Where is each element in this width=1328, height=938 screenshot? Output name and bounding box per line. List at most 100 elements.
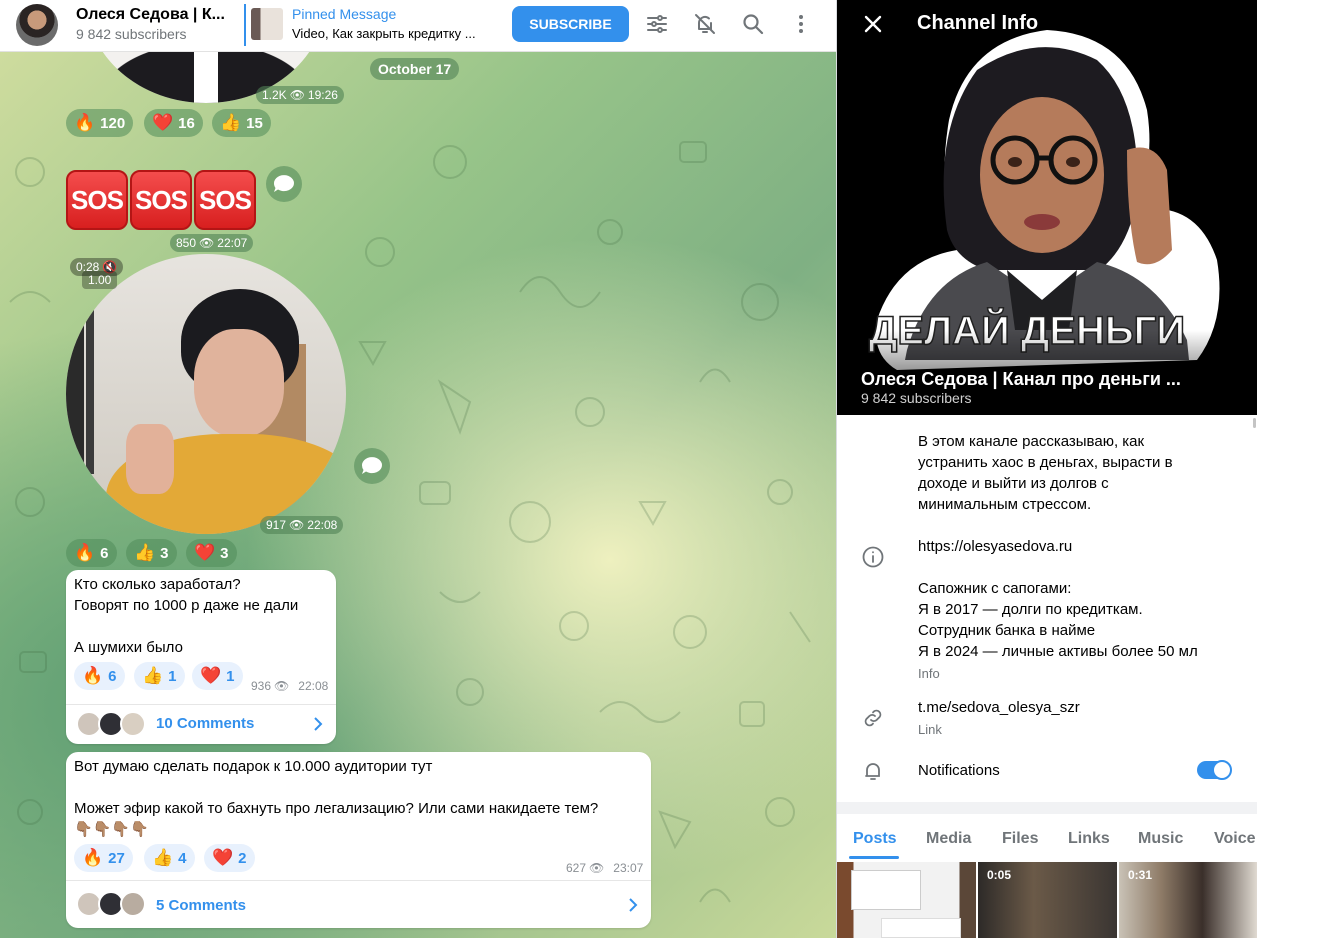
view-count: 1.2K [262,88,287,102]
filter-icon[interactable] [645,12,669,36]
comments-link[interactable]: 5 Comments [66,880,651,926]
notifications-label: Notifications [918,762,1000,779]
subscribe-button[interactable]: SUBSCRIBE [512,6,629,42]
reaction-heart[interactable]: ❤️ 3 [186,539,237,567]
channel-avatar[interactable] [16,4,58,46]
fire-icon: 🔥 [74,113,96,132]
message-meta: 936 👁 22:08 [251,679,328,693]
view-count: 850 [176,236,197,250]
channel-link[interactable]: t.me/sedova_olesya_szr [918,697,1080,718]
message-meta: 917 👁 22:08 [260,516,344,534]
eye-icon: 👁 [289,88,305,102]
channel-bio: Сапожник с сапогами: Я в 2017 — долги по… [918,580,1198,660]
fire-icon: 🔥 [82,666,104,685]
reaction-count: 1 [168,667,177,685]
pinned-title: Pinned Message [292,6,397,22]
commenter-avatar [120,711,146,737]
video-duration: 0:05 [987,868,1012,882]
scrollbar[interactable] [1253,418,1256,428]
post-thumbnail[interactable]: 0:05 [978,862,1117,938]
eye-icon: 👁 [199,236,215,250]
section-divider [837,802,1257,814]
post-thumbnail[interactable]: 0:31 [1119,862,1257,938]
tab-music[interactable]: Music [1138,830,1183,848]
comment-button[interactable] [266,166,302,202]
sos-emoji: SOS [130,170,192,230]
sos-emoji: SOS [66,170,128,230]
pinned-thumbnail [251,8,283,40]
tab-posts[interactable]: Posts [853,830,897,848]
comment-button[interactable] [354,448,390,484]
info-icon [862,546,884,568]
eye-icon: 👁 [289,518,305,532]
post-thumbnail[interactable] [837,862,976,938]
fire-icon: 🔥 [82,848,104,867]
heart-icon: ❤️ [194,543,216,562]
comments-link[interactable]: 10 Comments [66,704,336,742]
fire-icon: 🔥 [74,543,96,562]
comments-count: 5 Comments [156,897,247,914]
reaction-count: 4 [178,849,187,867]
reaction-thumbs-up[interactable]: 👍 4 [144,844,195,872]
channel-subscribers: 9 842 subscribers [76,26,187,42]
reaction-count: 3 [220,544,229,562]
channel-name: Олеся Седова | Канал про деньги ... [861,369,1181,389]
reaction-heart[interactable]: ❤️ 16 [144,109,203,137]
sos-emoji: SOS [194,170,256,230]
reaction-thumbs-up[interactable]: 👍 15 [212,109,271,137]
reaction-fire[interactable]: 🔥 27 [74,844,133,872]
date-separator: October 17 [370,58,460,80]
round-video-message[interactable] [66,254,346,534]
pinned-message[interactable]: Pinned Message Video, Как закрыть кредит… [244,4,496,46]
channel-hero-image: ДЕЛАЙ ДЕНЬГИ Channel Info Олеся Седова |… [837,0,1257,415]
reaction-count: 3 [160,544,169,562]
bell-icon [865,763,880,780]
reaction-fire[interactable]: 🔥 6 [74,662,125,690]
close-icon[interactable] [861,12,885,36]
info-label: Info [918,666,940,681]
search-icon[interactable] [741,12,765,36]
channel-title[interactable]: Олеся Седова | К... [76,6,226,24]
heart-icon: ❤️ [212,848,234,867]
reaction-thumbs-up[interactable]: 👍 1 [134,662,185,690]
chevron-right-icon [314,717,323,731]
reaction-count: 6 [100,544,109,562]
reaction-heart[interactable]: ❤️ 2 [204,844,255,872]
video-duration: 0:31 [1128,868,1153,882]
reaction-count: 120 [100,114,126,132]
link-label: Link [918,722,942,737]
tab-links[interactable]: Links [1068,830,1110,848]
message-time: 19:26 [307,88,338,102]
chevron-right-icon [629,898,638,912]
reaction-count: 1 [226,667,235,685]
reaction-count: 16 [178,114,195,132]
comments-count: 10 Comments [156,715,255,732]
reaction-fire[interactable]: 🔥 120 [66,109,134,137]
link-icon [864,709,882,727]
message-bubble: Кто сколько заработал? Говорят по 1000 р… [66,570,336,744]
channel-info-panel: ДЕЛАЙ ДЕНЬГИ Channel Info Олеся Седова |… [836,0,1257,938]
reaction-count: 6 [108,667,117,685]
message-time: 23:07 [613,861,644,875]
reaction-count: 27 [108,849,125,867]
playback-speed[interactable]: 1.00 [82,271,118,289]
active-tab-indicator [849,856,899,859]
mute-icon[interactable] [693,12,717,36]
message-time: 22:07 [217,236,248,250]
message-bubble: Вот думаю сделать подарок к 10.000 аудит… [66,752,651,928]
reaction-thumbs-up[interactable]: 👍 3 [126,539,177,567]
message-meta: 1.2K 👁 19:26 [256,86,344,104]
notifications-toggle[interactable] [1197,760,1232,780]
reaction-fire[interactable]: 🔥 6 [66,539,117,567]
tab-media[interactable]: Media [926,830,971,848]
more-icon[interactable] [789,12,813,36]
chat-panel: Олеся Седова | К... 9 842 subscribers Pi… [0,0,836,938]
tab-files[interactable]: Files [1002,830,1038,848]
heart-icon: ❤️ [200,666,222,685]
reaction-heart[interactable]: ❤️ 1 [192,662,243,690]
channel-website[interactable]: https://olesyasedova.ru [918,536,1072,557]
message-text: Кто сколько заработал? Говорят по 1000 р… [74,576,299,656]
tab-voice[interactable]: Voice [1214,830,1256,848]
comment-icon [361,457,382,474]
message-text: Вот думаю сделать подарок к 10.000 аудит… [74,758,599,838]
